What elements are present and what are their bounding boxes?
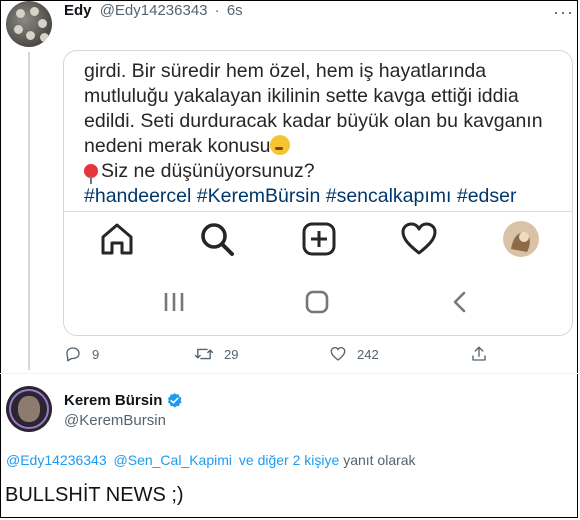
share-button[interactable] — [470, 345, 488, 363]
avatar[interactable] — [6, 386, 52, 432]
tweet-time[interactable]: 6s — [227, 2, 243, 19]
share-icon — [472, 346, 486, 361]
replying-to-suffix: yanıt olarak — [343, 452, 416, 468]
reply-author-handle[interactable]: @KeremBursin — [64, 412, 166, 429]
profile-avatar — [503, 221, 539, 257]
nav-divider — [64, 211, 572, 212]
like-button[interactable]: 242 — [329, 345, 379, 363]
retweet-count: 29 — [224, 346, 239, 362]
back-icon — [453, 291, 466, 313]
others-link[interactable]: ve diğer 2 kişiye — [239, 452, 339, 468]
separator-dot: · — [214, 2, 220, 19]
pin-icon — [84, 164, 98, 184]
home-button-icon — [305, 290, 329, 314]
home-icon — [101, 223, 133, 255]
new-post-icon — [302, 222, 336, 256]
thinking-emoji-icon — [270, 135, 291, 155]
more-horizontal-icon[interactable]: ··· — [553, 2, 574, 23]
mention-link[interactable]: @Sen_Cal_Kapimi — [114, 452, 233, 468]
mention-link[interactable]: @Edy14236343 — [6, 452, 107, 468]
reply-author-name[interactable]: Kerem Bürsin — [64, 392, 162, 409]
retweet-button[interactable]: 29 — [194, 345, 238, 363]
like-count: 242 — [357, 346, 379, 362]
reply-body: BULLSHİT NEWS ;) — [5, 484, 184, 506]
thread-line — [28, 52, 30, 370]
author-name[interactable]: Edy — [64, 2, 92, 19]
divider — [0, 373, 580, 374]
instagram-caption: girdi. Bir süredir hem özel, hem iş haya… — [84, 59, 554, 209]
heart-icon — [401, 222, 437, 255]
caption-line: mutluluğu yakalayan ikilinin sette kavga… — [84, 85, 519, 107]
caption-line: edildi. Seti durduracak kadar büyük olan… — [84, 110, 543, 132]
tweet-header: Edy @Edy14236343 · 6s — [64, 2, 243, 19]
recent-apps-icon — [164, 293, 184, 311]
reply-author: Kerem Bürsin — [64, 392, 183, 409]
retweet-icon — [194, 348, 214, 360]
reply-icon — [66, 347, 80, 362]
avatar-photo — [18, 396, 40, 422]
embedded-screenshot[interactable]: girdi. Bir süredir hem özel, hem iş haya… — [63, 50, 573, 336]
caption-line: girdi. Bir süredir hem özel, hem iş haya… — [84, 60, 487, 82]
avatar[interactable] — [6, 1, 52, 47]
caption-line: nedeni merak konusu — [84, 135, 271, 157]
reply-count: 9 — [92, 346, 100, 362]
caption-hashtags: #handeercel #KeremBürsin #sencalkapımı #… — [84, 185, 517, 207]
replying-to: @Edy14236343 @Sen_Cal_Kapimi ve diğer 2 … — [6, 452, 416, 468]
like-icon — [330, 346, 346, 361]
verified-badge-icon — [168, 393, 182, 408]
search-icon — [201, 223, 234, 256]
caption-question: Siz ne düşünüyorsunuz? — [101, 160, 315, 182]
reply-button[interactable]: 9 — [64, 345, 99, 363]
author-handle[interactable]: @Edy14236343 — [100, 2, 208, 19]
